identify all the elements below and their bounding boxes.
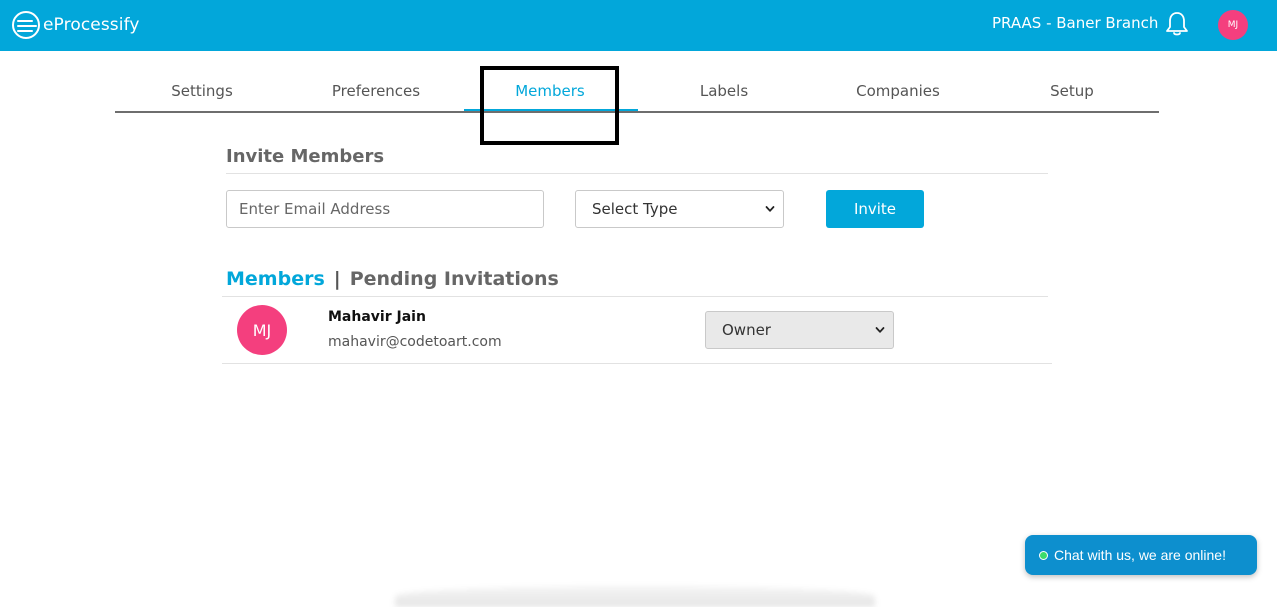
- online-status-dot-icon: [1039, 550, 1048, 560]
- bottom-shadow: [395, 586, 875, 607]
- eprocessify-logo-icon: [12, 11, 40, 39]
- member-role-select[interactable]: Owner: [705, 311, 894, 349]
- member-row: MJ Mahavir Jain mahavir@codetoart.com Ow…: [222, 297, 1052, 364]
- tab-labels[interactable]: Labels: [637, 82, 811, 100]
- chevron-down-icon: [765, 206, 775, 212]
- section-divider: [226, 173, 1048, 174]
- settings-tabs: Settings Preferences Members Labels Comp…: [115, 68, 1159, 113]
- members-separator: |: [333, 268, 341, 290]
- pending-invitations-tab[interactable]: Pending Invitations: [350, 268, 559, 290]
- branch-selector[interactable]: PRAAS - Baner Branch: [992, 14, 1158, 32]
- member-type-select[interactable]: Select Type: [575, 190, 784, 228]
- user-avatar[interactable]: MJ: [1218, 10, 1248, 40]
- members-tab[interactable]: Members: [226, 268, 325, 290]
- app-name: eProcessify: [43, 15, 140, 35]
- app-logo[interactable]: eProcessify: [12, 11, 140, 39]
- top-bar: eProcessify PRAAS - Baner Branch MJ: [0, 0, 1277, 51]
- member-avatar: MJ: [237, 305, 287, 355]
- chat-widget-button[interactable]: Chat with us, we are online!: [1025, 535, 1257, 575]
- members-header: Members | Pending Invitations: [226, 268, 559, 290]
- member-role-value: Owner: [722, 321, 771, 339]
- tab-setup[interactable]: Setup: [985, 82, 1159, 100]
- tab-settings[interactable]: Settings: [115, 82, 289, 100]
- tab-preferences[interactable]: Preferences: [289, 82, 463, 100]
- highlight-box: [480, 66, 619, 145]
- invite-button[interactable]: Invite: [826, 190, 924, 228]
- member-type-value: Select Type: [592, 200, 678, 218]
- chevron-down-icon: [875, 327, 885, 333]
- bell-icon[interactable]: [1163, 10, 1191, 38]
- member-name: Mahavir Jain: [328, 309, 426, 325]
- chat-label: Chat with us, we are online!: [1054, 547, 1226, 563]
- invite-members-title: Invite Members: [226, 146, 385, 167]
- tab-companies[interactable]: Companies: [811, 82, 985, 100]
- email-input[interactable]: [226, 190, 544, 228]
- member-email: mahavir@codetoart.com: [328, 334, 502, 350]
